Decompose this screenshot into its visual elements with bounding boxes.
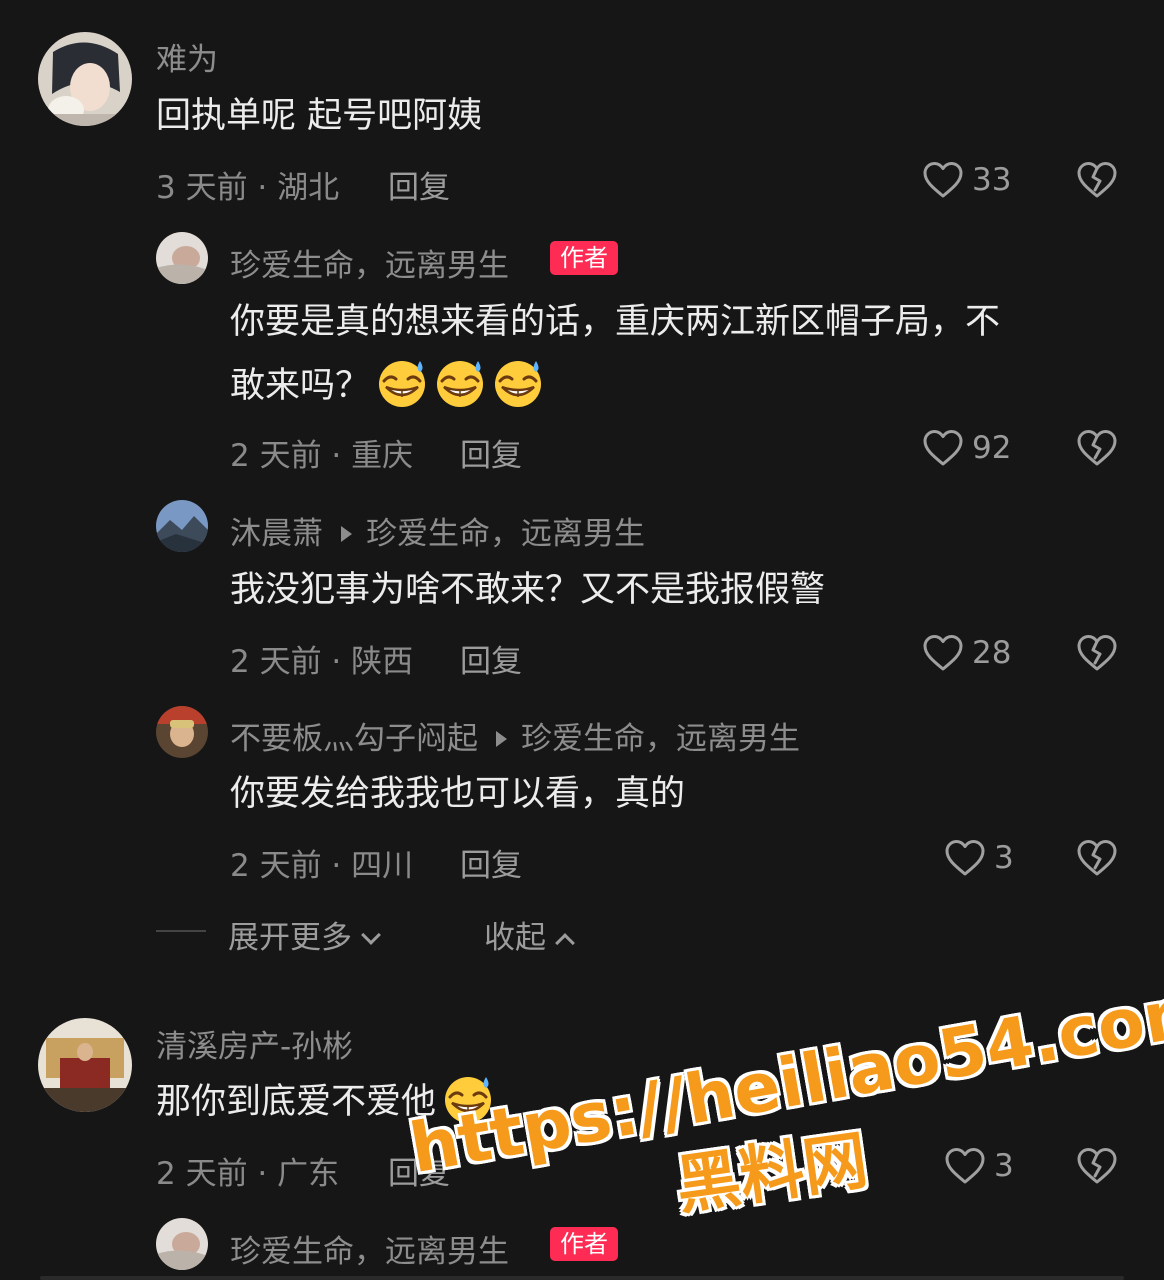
username[interactable]: 清溪房产-孙彬 [156, 1021, 353, 1066]
collapse-label: 收起 [484, 920, 546, 956]
like-count: 92 [972, 430, 1012, 466]
heart-icon [922, 160, 964, 200]
like-count: 28 [972, 635, 1012, 671]
chevron-down-icon [361, 925, 381, 945]
reply-button[interactable]: 回复 [388, 162, 450, 207]
broken-heart-icon[interactable] [1076, 633, 1118, 673]
expand-more-label: 展开更多 [228, 920, 352, 956]
reply-to-username[interactable]: 珍爱生命，远离男生 [366, 516, 645, 552]
avatar[interactable] [156, 706, 208, 758]
username-text[interactable]: 沐晨萧 [230, 516, 323, 552]
username[interactable]: 珍爱生命，远离男生 [230, 240, 509, 285]
comment-text: 你要是真的想来看的话，重庆两江新区帽子局，不 敢来吗？ [230, 290, 1000, 418]
comment-meta: 3 天前 · 湖北 [156, 170, 340, 206]
avatar[interactable] [156, 232, 208, 284]
broken-heart-icon[interactable] [1076, 428, 1118, 468]
grinning-sweat-emoji-icon [434, 357, 486, 409]
broken-heart-icon[interactable] [1076, 160, 1118, 200]
reply-to-username[interactable]: 珍爱生命，远离男生 [521, 721, 800, 757]
comment-text-line: 你要是真的想来看的话，重庆两江新区帽子局，不 [230, 302, 1001, 342]
collapse-button[interactable]: 收起 [484, 912, 575, 957]
like-count: 3 [994, 840, 1014, 876]
like-count: 3 [994, 1148, 1014, 1184]
home-indicator [40, 1276, 1124, 1280]
comment-meta: 2 天前 · 重庆 [230, 438, 414, 474]
comment-text: 我没犯事为啥不敢来？又不是我报假警 [230, 570, 826, 610]
heart-icon [922, 428, 964, 468]
username[interactable]: 沐晨萧 珍爱生命，远离男生 [230, 508, 645, 553]
like-button[interactable]: 33 [922, 160, 1011, 200]
author-badge: 作者 [550, 1227, 618, 1261]
comment-meta: 2 天前 · 广东 [156, 1156, 340, 1192]
comment-text-body: 那你到底爱不爱他 [156, 1082, 437, 1122]
reply-button[interactable]: 回复 [460, 636, 522, 681]
reply-arrow-icon [341, 525, 352, 542]
comment-meta: 2 天前 · 陕西 [230, 644, 414, 680]
avatar[interactable] [38, 32, 132, 126]
comment-meta: 2 天前 · 四川 [230, 848, 414, 884]
heart-icon [944, 838, 986, 878]
reply-button[interactable]: 回复 [460, 840, 522, 885]
comment-text: 你要发给我我也可以看，真的 [230, 774, 686, 814]
comment-text: 回执单呢 起号吧阿姨 [156, 96, 483, 136]
heart-icon [922, 633, 964, 673]
reply-arrow-icon [496, 730, 507, 747]
like-count: 33 [972, 162, 1012, 198]
author-badge: 作者 [550, 241, 618, 275]
broken-heart-icon[interactable] [1076, 838, 1118, 878]
avatar[interactable] [156, 1218, 208, 1270]
grinning-sweat-emoji-icon [492, 357, 544, 409]
comment-text-line: 敢来吗？ [230, 366, 371, 406]
username[interactable]: 不要板灬勾子闷起 珍爱生命，远离男生 [230, 713, 800, 758]
like-button[interactable]: 28 [922, 633, 1011, 673]
username[interactable]: 珍爱生命，远离男生 [230, 1226, 509, 1271]
avatar[interactable] [156, 500, 208, 552]
username-text[interactable]: 不要板灬勾子闷起 [230, 721, 478, 757]
reply-button[interactable]: 回复 [460, 430, 522, 475]
chevron-up-icon [555, 933, 575, 953]
like-button[interactable]: 3 [944, 838, 1014, 878]
username[interactable]: 难为 [156, 34, 218, 79]
grinning-sweat-emoji-icon [376, 357, 428, 409]
comment-text-line-2: 敢来吗？ [230, 354, 1000, 418]
expand-more-button[interactable]: 展开更多 [228, 912, 381, 957]
replies-toggle-row: 展开更多 收起 [0, 906, 1164, 956]
avatar[interactable] [38, 1018, 132, 1112]
like-button[interactable]: 92 [922, 428, 1011, 468]
like-button[interactable]: 3 [944, 1146, 1014, 1186]
divider [156, 930, 206, 932]
broken-heart-icon[interactable] [1076, 1146, 1118, 1186]
heart-icon [944, 1146, 986, 1186]
